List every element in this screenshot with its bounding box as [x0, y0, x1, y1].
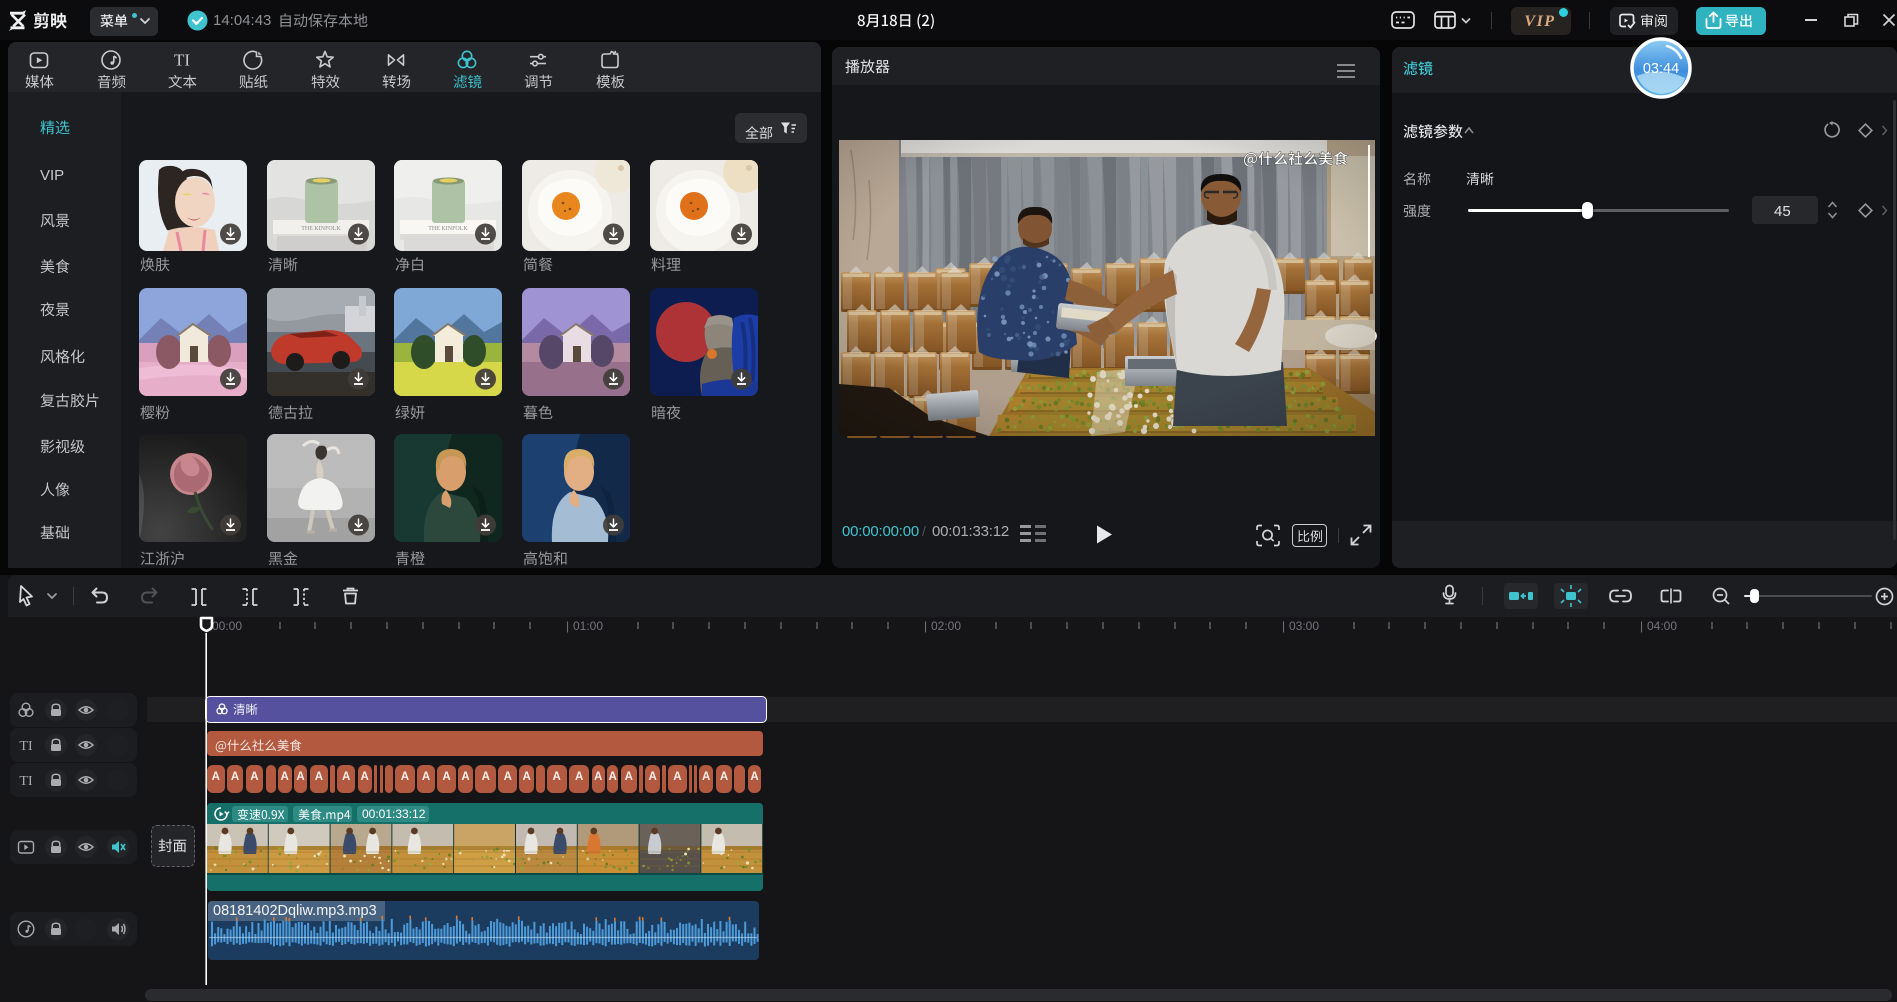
svg-text:TI: TI	[19, 774, 33, 789]
svg-text:03:44: 03:44	[1643, 61, 1679, 77]
svg-text:TI: TI	[19, 739, 33, 754]
svg-text:VIP: VIP	[1524, 13, 1555, 30]
svg-text:THE KINFOLK: THE KINFOLK	[429, 226, 469, 232]
svg-text:THE KINFOLK: THE KINFOLK	[301, 226, 341, 232]
svg-text:TI: TI	[174, 51, 190, 70]
